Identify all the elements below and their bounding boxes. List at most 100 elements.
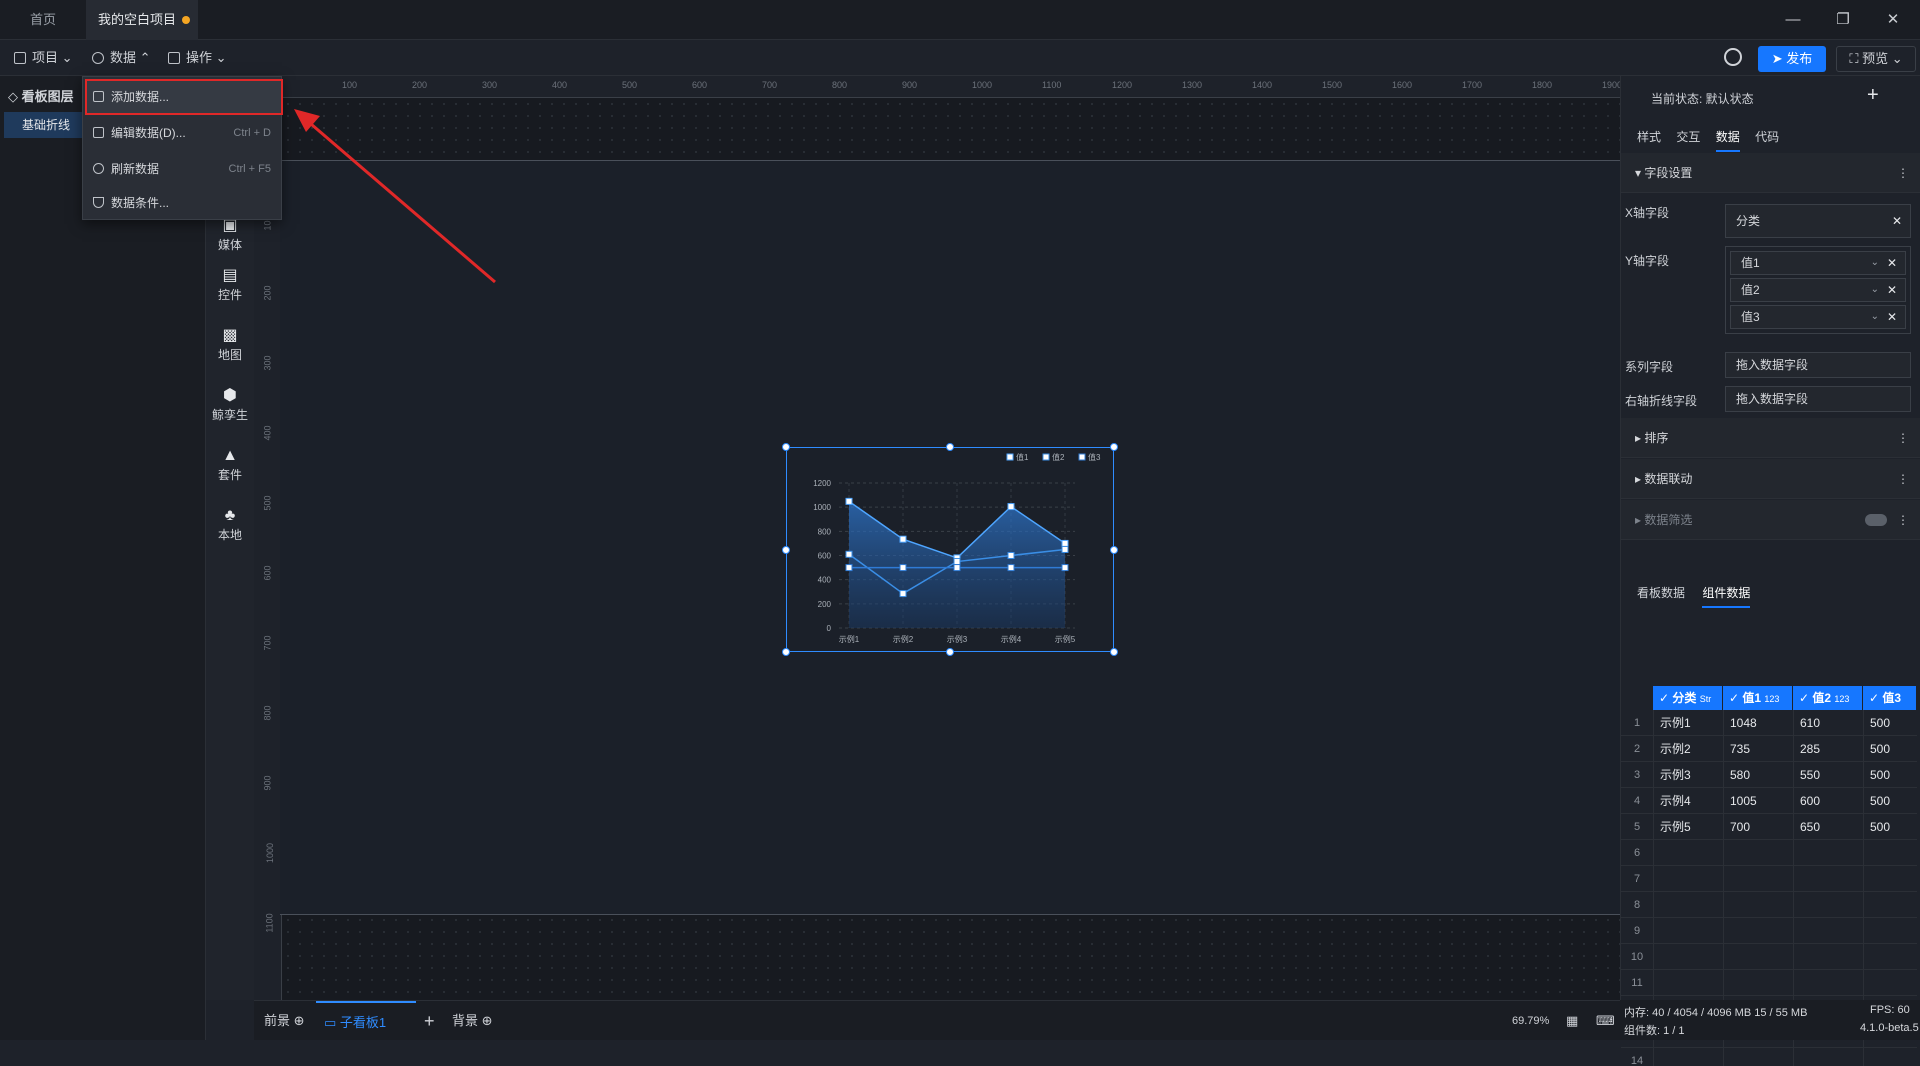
table-cell[interactable]: 1048 [1723,710,1793,736]
grid-header-v1[interactable]: ✓ 值1 123 [1723,686,1793,710]
tab-home[interactable]: 首页 [0,0,86,40]
tab-interaction[interactable]: 交互 [1676,130,1700,144]
add-state-button[interactable]: + [1867,84,1879,107]
tool-media[interactable]: ▣ 媒体 [206,216,254,253]
more-icon[interactable]: ⋮ [1897,459,1909,499]
fit-screen-icon[interactable]: ▦ [1566,1001,1578,1041]
y-field-3[interactable]: 值3 ⌄ ✕ [1730,305,1906,329]
table-cell[interactable] [1653,892,1723,918]
tool-twin[interactable]: ⬢ 鲸孪生 [206,386,254,423]
layer-item[interactable]: 基础折线 [4,112,90,138]
tab-style[interactable]: 样式 [1637,130,1661,144]
table-row[interactable]: 14 [1621,1048,1917,1066]
table-cell[interactable]: 500 [1863,788,1917,814]
table-row[interactable]: 2 示例2 735 285 500 [1621,736,1917,762]
series-field-input[interactable]: 拖入数据字段 [1725,352,1911,378]
restore-button[interactable]: ❐ [1820,0,1866,40]
table-cell[interactable]: 示例5 [1653,814,1723,840]
table-row[interactable]: 1 示例1 1048 610 500 [1621,710,1917,736]
tab-project[interactable]: 我的空白项目 [86,0,198,40]
remove-icon[interactable]: ✕ [1887,252,1897,274]
table-row[interactable]: 11 [1621,970,1917,996]
table-row[interactable]: 8 [1621,892,1917,918]
remove-icon[interactable]: ✕ [1892,205,1902,237]
resize-handle[interactable] [782,545,790,554]
publish-button[interactable]: ➤ 发布 [1758,46,1826,72]
table-cell[interactable] [1793,970,1863,996]
resize-handle[interactable] [1110,545,1118,554]
table-cell[interactable] [1793,840,1863,866]
table-cell[interactable]: 610 [1793,710,1863,736]
menu-project[interactable]: 项目 ⌄ [14,40,73,76]
table-cell[interactable] [1793,866,1863,892]
table-cell[interactable] [1723,1048,1793,1066]
section-field-settings[interactable]: ▾ 字段设置 ⋮ [1621,153,1920,193]
x-axis-field[interactable]: 分类 ✕ [1725,204,1911,238]
minimize-button[interactable]: — [1770,0,1816,40]
section-linkage[interactable]: ▸ 数据联动 ⋮ [1621,459,1920,499]
table-cell[interactable] [1723,840,1793,866]
grid-header-v2[interactable]: ✓ 值2 123 [1793,686,1863,710]
table-cell[interactable]: 700 [1723,814,1793,840]
table-cell[interactable] [1653,840,1723,866]
resize-handle[interactable] [946,648,954,656]
table-cell[interactable] [1863,944,1917,970]
more-icon[interactable]: ⋮ [1897,500,1909,540]
right-axis-input[interactable]: 拖入数据字段 [1725,386,1911,412]
table-row[interactable]: 9 [1621,918,1917,944]
tab-component-data[interactable]: 组件数据 [1702,586,1751,608]
tool-kit[interactable]: ▲ 套件 [206,446,254,483]
table-cell[interactable]: 1005 [1723,788,1793,814]
table-row[interactable]: 5 示例5 700 650 500 [1621,814,1917,840]
menu-operations[interactable]: 操作 ⌄ [168,40,227,76]
table-cell[interactable] [1863,866,1917,892]
table-row[interactable]: 3 示例3 580 550 500 [1621,762,1917,788]
table-cell[interactable] [1653,918,1723,944]
table-cell[interactable] [1793,918,1863,944]
table-cell[interactable]: 650 [1793,814,1863,840]
resize-handle[interactable] [1110,648,1118,656]
tab-board[interactable]: ▭ 子看板1 [316,1001,416,1041]
search-icon[interactable] [1724,48,1742,66]
table-cell[interactable]: 示例1 [1653,710,1723,736]
table-cell[interactable] [1863,918,1917,944]
resize-handle[interactable] [782,648,790,656]
table-cell[interactable]: 550 [1793,762,1863,788]
table-cell[interactable]: 600 [1793,788,1863,814]
section-sort[interactable]: ▸ 排序 ⋮ [1621,418,1920,458]
resize-handle[interactable] [946,443,954,451]
table-cell[interactable] [1723,944,1793,970]
menu-item-add-data[interactable]: 添加数据... [83,79,281,115]
filter-toggle[interactable] [1865,514,1887,526]
table-cell[interactable] [1793,892,1863,918]
table-cell[interactable]: 735 [1723,736,1793,762]
table-cell[interactable]: 示例2 [1653,736,1723,762]
more-icon[interactable]: ⋮ [1897,153,1909,193]
menu-item-edit-data[interactable]: 编辑数据(D)... Ctrl + D [83,115,281,151]
table-row[interactable]: 7 [1621,866,1917,892]
menu-item-refresh-data[interactable]: 刷新数据 Ctrl + F5 [83,151,281,187]
table-cell[interactable] [1653,1048,1723,1066]
remove-icon[interactable]: ✕ [1887,279,1897,301]
grid-header-category[interactable]: ✓ 分类 Str [1653,686,1723,710]
section-filter[interactable]: ▸ 数据筛选 ⋮ [1621,500,1920,540]
grid-header-v3[interactable]: ✓ 值3 [1863,686,1917,710]
add-board-button[interactable]: + [424,1001,435,1041]
menu-data[interactable]: 数据 ⌃ [92,40,151,76]
table-cell[interactable] [1723,866,1793,892]
tab-foreground[interactable]: 前景 ⊕ [264,1001,305,1041]
tool-local[interactable]: ♣ 本地 [206,506,254,543]
remove-icon[interactable]: ✕ [1887,306,1897,328]
table-cell[interactable]: 500 [1863,736,1917,762]
tab-board-data[interactable]: 看板数据 [1637,586,1685,600]
table-cell[interactable] [1863,1048,1917,1066]
table-cell[interactable] [1793,944,1863,970]
more-icon[interactable]: ⋮ [1897,418,1909,458]
tool-controls[interactable]: ▤ 控件 [206,266,254,303]
close-window-button[interactable]: ✕ [1870,0,1916,40]
table-cell[interactable] [1863,892,1917,918]
menu-item-data-conditions[interactable]: 数据条件... [83,185,281,221]
y-field-1[interactable]: 值1 ⌄ ✕ [1730,251,1906,275]
table-row[interactable]: 4 示例4 1005 600 500 [1621,788,1917,814]
table-cell[interactable] [1723,892,1793,918]
